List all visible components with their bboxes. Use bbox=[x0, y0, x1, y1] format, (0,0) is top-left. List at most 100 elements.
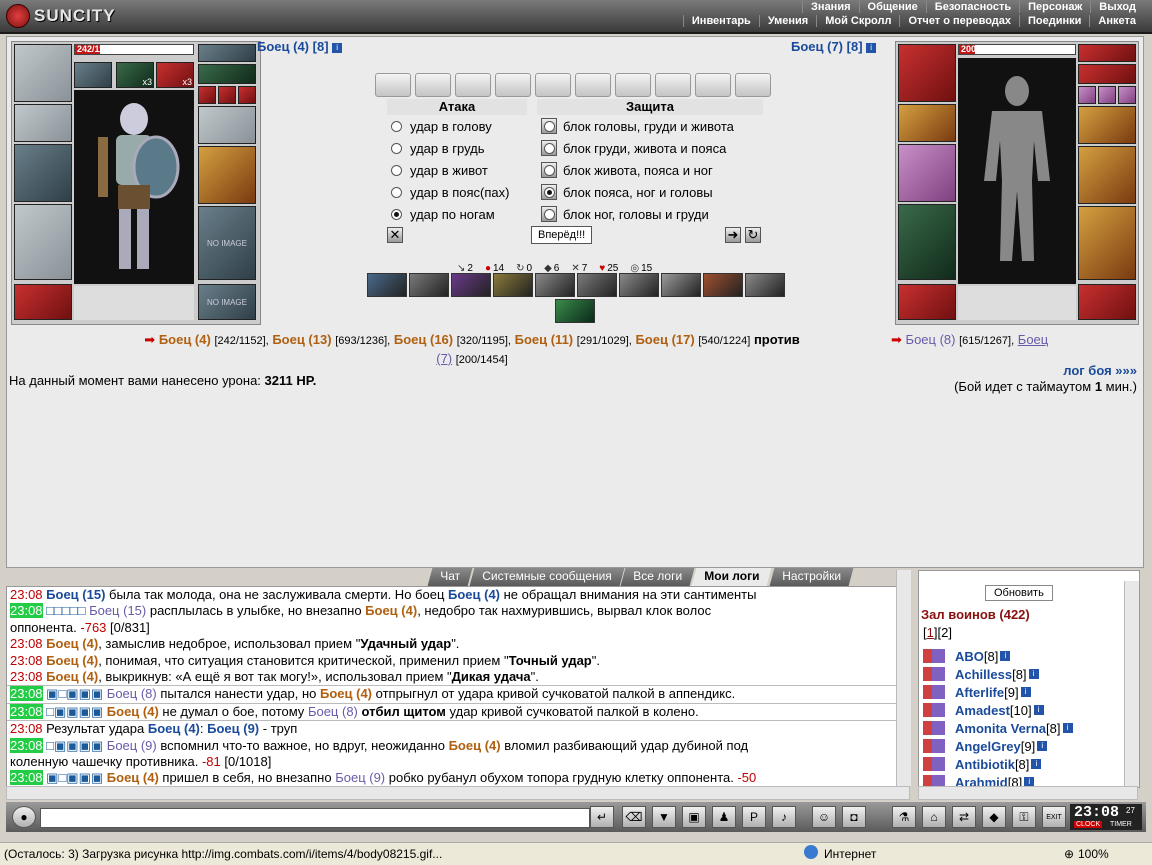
chat-tab[interactable]: Все логи bbox=[621, 568, 695, 586]
scroll-slot[interactable] bbox=[615, 73, 651, 97]
block-option[interactable]: блок живота, пояса и ног bbox=[541, 159, 763, 181]
save-icon[interactable]: ▣ bbox=[682, 806, 706, 828]
block-radio-frame[interactable] bbox=[541, 162, 557, 178]
exit-icon[interactable]: EXIT bbox=[1042, 806, 1066, 828]
attack-option[interactable]: удар по ногам bbox=[391, 203, 541, 225]
scroll-slot[interactable] bbox=[575, 73, 611, 97]
left-player-name[interactable]: Боец (4) [8] i bbox=[257, 39, 343, 54]
skill-slot[interactable] bbox=[367, 273, 407, 297]
fighter-name[interactable]: Боец (4) bbox=[46, 669, 98, 684]
menu-item[interactable]: Персонаж bbox=[1019, 1, 1090, 13]
chat-tab[interactable]: Чат bbox=[427, 568, 473, 586]
ring-slot-1[interactable] bbox=[198, 86, 216, 104]
menu-item[interactable]: Мой Скролл bbox=[816, 15, 899, 27]
fighter-name[interactable]: Боец (4) bbox=[365, 603, 417, 618]
team-member-name[interactable]: Боец (17) bbox=[635, 332, 694, 347]
team-member-name[interactable]: (7) bbox=[436, 351, 452, 366]
skill-slot[interactable] bbox=[619, 273, 659, 297]
bracers-slot[interactable] bbox=[898, 104, 956, 142]
fighter-name[interactable]: Боец (15) bbox=[46, 587, 105, 602]
ring-slot-3[interactable] bbox=[1118, 86, 1136, 104]
ring-slot-1[interactable] bbox=[1078, 86, 1096, 104]
fighter-name[interactable]: Боец (9) bbox=[335, 770, 385, 785]
chat-scrollbar[interactable] bbox=[896, 570, 911, 786]
warrior-name[interactable]: Achilless bbox=[955, 667, 1012, 682]
team-member-name[interactable]: Боец (16) bbox=[394, 332, 453, 347]
menu-item[interactable]: Общение bbox=[858, 1, 926, 13]
chat-hscrollbar[interactable] bbox=[6, 786, 910, 800]
warrior-name[interactable]: Afterlife bbox=[955, 685, 1004, 700]
fighter-name[interactable]: Боец (4) bbox=[46, 636, 98, 651]
skill-slot[interactable] bbox=[703, 273, 743, 297]
empty-slot-1[interactable]: NO IMAGE bbox=[198, 206, 256, 280]
skill-slot[interactable] bbox=[409, 273, 449, 297]
sound-icon[interactable]: ♪ bbox=[772, 806, 796, 828]
block-radio[interactable] bbox=[543, 142, 555, 154]
fighter-name[interactable]: Боец (8) bbox=[308, 704, 358, 719]
fighter-name[interactable]: Боец (9) bbox=[107, 738, 157, 753]
team-member-name[interactable]: Боец (4) bbox=[159, 332, 211, 347]
skill-slot[interactable] bbox=[451, 273, 491, 297]
attack-option[interactable]: удар в пояс(пах) bbox=[391, 181, 541, 203]
menu-item[interactable]: Инвентарь bbox=[682, 15, 759, 27]
filter-icon[interactable]: ▼ bbox=[652, 806, 676, 828]
block-radio[interactable] bbox=[543, 208, 555, 220]
warrior-name[interactable]: ABO bbox=[955, 649, 984, 664]
map-icon[interactable]: ⌂ bbox=[922, 806, 946, 828]
amulet-slot[interactable] bbox=[198, 64, 256, 84]
shield-icon[interactable]: ◘ bbox=[842, 806, 866, 828]
buff-slot-1[interactable] bbox=[74, 62, 112, 88]
skill-slot[interactable] bbox=[535, 273, 575, 297]
scroll-slot[interactable] bbox=[735, 73, 771, 97]
page-link[interactable]: 1 bbox=[927, 625, 934, 640]
leggings-slot[interactable] bbox=[1078, 206, 1136, 280]
person-icon[interactable]: ♟ bbox=[712, 806, 736, 828]
buff-slot-3[interactable]: x3 bbox=[156, 62, 194, 88]
info-icon[interactable]: i bbox=[1028, 669, 1039, 679]
block-option[interactable]: блок груди, живота и пояса bbox=[541, 137, 763, 159]
trade-icon[interactable]: ⇄ bbox=[952, 806, 976, 828]
warrior-item[interactable]: Amadest [10] i bbox=[923, 701, 1123, 719]
attack-radio[interactable] bbox=[391, 186, 402, 198]
amulet-slot[interactable] bbox=[1078, 64, 1136, 84]
block-radio[interactable] bbox=[543, 120, 555, 132]
block-option[interactable]: блок пояса, ног и головы bbox=[541, 181, 763, 203]
skill-slot[interactable] bbox=[493, 273, 533, 297]
fighter-name[interactable]: Боец (9) bbox=[207, 721, 259, 736]
clear-icon[interactable]: ⌫ bbox=[622, 806, 646, 828]
block-option[interactable]: блок ног, головы и груди bbox=[541, 203, 763, 225]
attack-radio[interactable] bbox=[391, 120, 402, 132]
weapon-slot[interactable] bbox=[898, 144, 956, 202]
skill-slot[interactable] bbox=[745, 273, 785, 297]
gloves-slot[interactable] bbox=[1078, 106, 1136, 144]
page-link[interactable]: 2 bbox=[941, 625, 948, 640]
attack-option[interactable]: удар в голову bbox=[391, 115, 541, 137]
block-radio-frame[interactable] bbox=[541, 206, 557, 222]
scroll-slot[interactable] bbox=[415, 73, 451, 97]
warrior-item[interactable]: Antibiotik [8] i bbox=[923, 755, 1123, 773]
chat-tab[interactable]: Мои логи bbox=[691, 568, 772, 586]
block-radio[interactable] bbox=[543, 186, 555, 198]
info-icon[interactable]: i bbox=[866, 42, 877, 53]
armor-slot[interactable] bbox=[14, 204, 72, 280]
ring-slot-3[interactable] bbox=[238, 86, 256, 104]
chat-tab[interactable]: Настройки bbox=[769, 568, 853, 586]
info-icon[interactable]: i bbox=[1031, 759, 1042, 769]
menu-item[interactable]: Безопасность bbox=[925, 1, 1019, 13]
menu-item[interactable]: Отчет о переводах bbox=[899, 15, 1019, 27]
warrior-name[interactable]: AngelGrey bbox=[955, 739, 1021, 754]
info-icon[interactable]: i bbox=[1020, 687, 1031, 697]
warriors-hscrollbar[interactable] bbox=[918, 786, 1138, 800]
scroll-slot[interactable] bbox=[375, 73, 411, 97]
scroll-slot[interactable] bbox=[495, 73, 531, 97]
info-icon[interactable]: i bbox=[1037, 741, 1048, 751]
team-member-name[interactable]: Боец bbox=[1018, 332, 1048, 347]
fighter-name[interactable]: Боец (15) bbox=[89, 603, 146, 618]
menu-item[interactable]: Поединки bbox=[1019, 15, 1089, 27]
helmet-slot[interactable] bbox=[14, 44, 72, 102]
refresh-button[interactable]: Обновить bbox=[985, 585, 1053, 601]
skill-slot[interactable] bbox=[577, 273, 617, 297]
refresh-icon[interactable]: ↻ bbox=[745, 227, 761, 243]
warrior-name[interactable]: Amonita Verna bbox=[955, 721, 1046, 736]
belt-slot[interactable] bbox=[14, 284, 72, 320]
